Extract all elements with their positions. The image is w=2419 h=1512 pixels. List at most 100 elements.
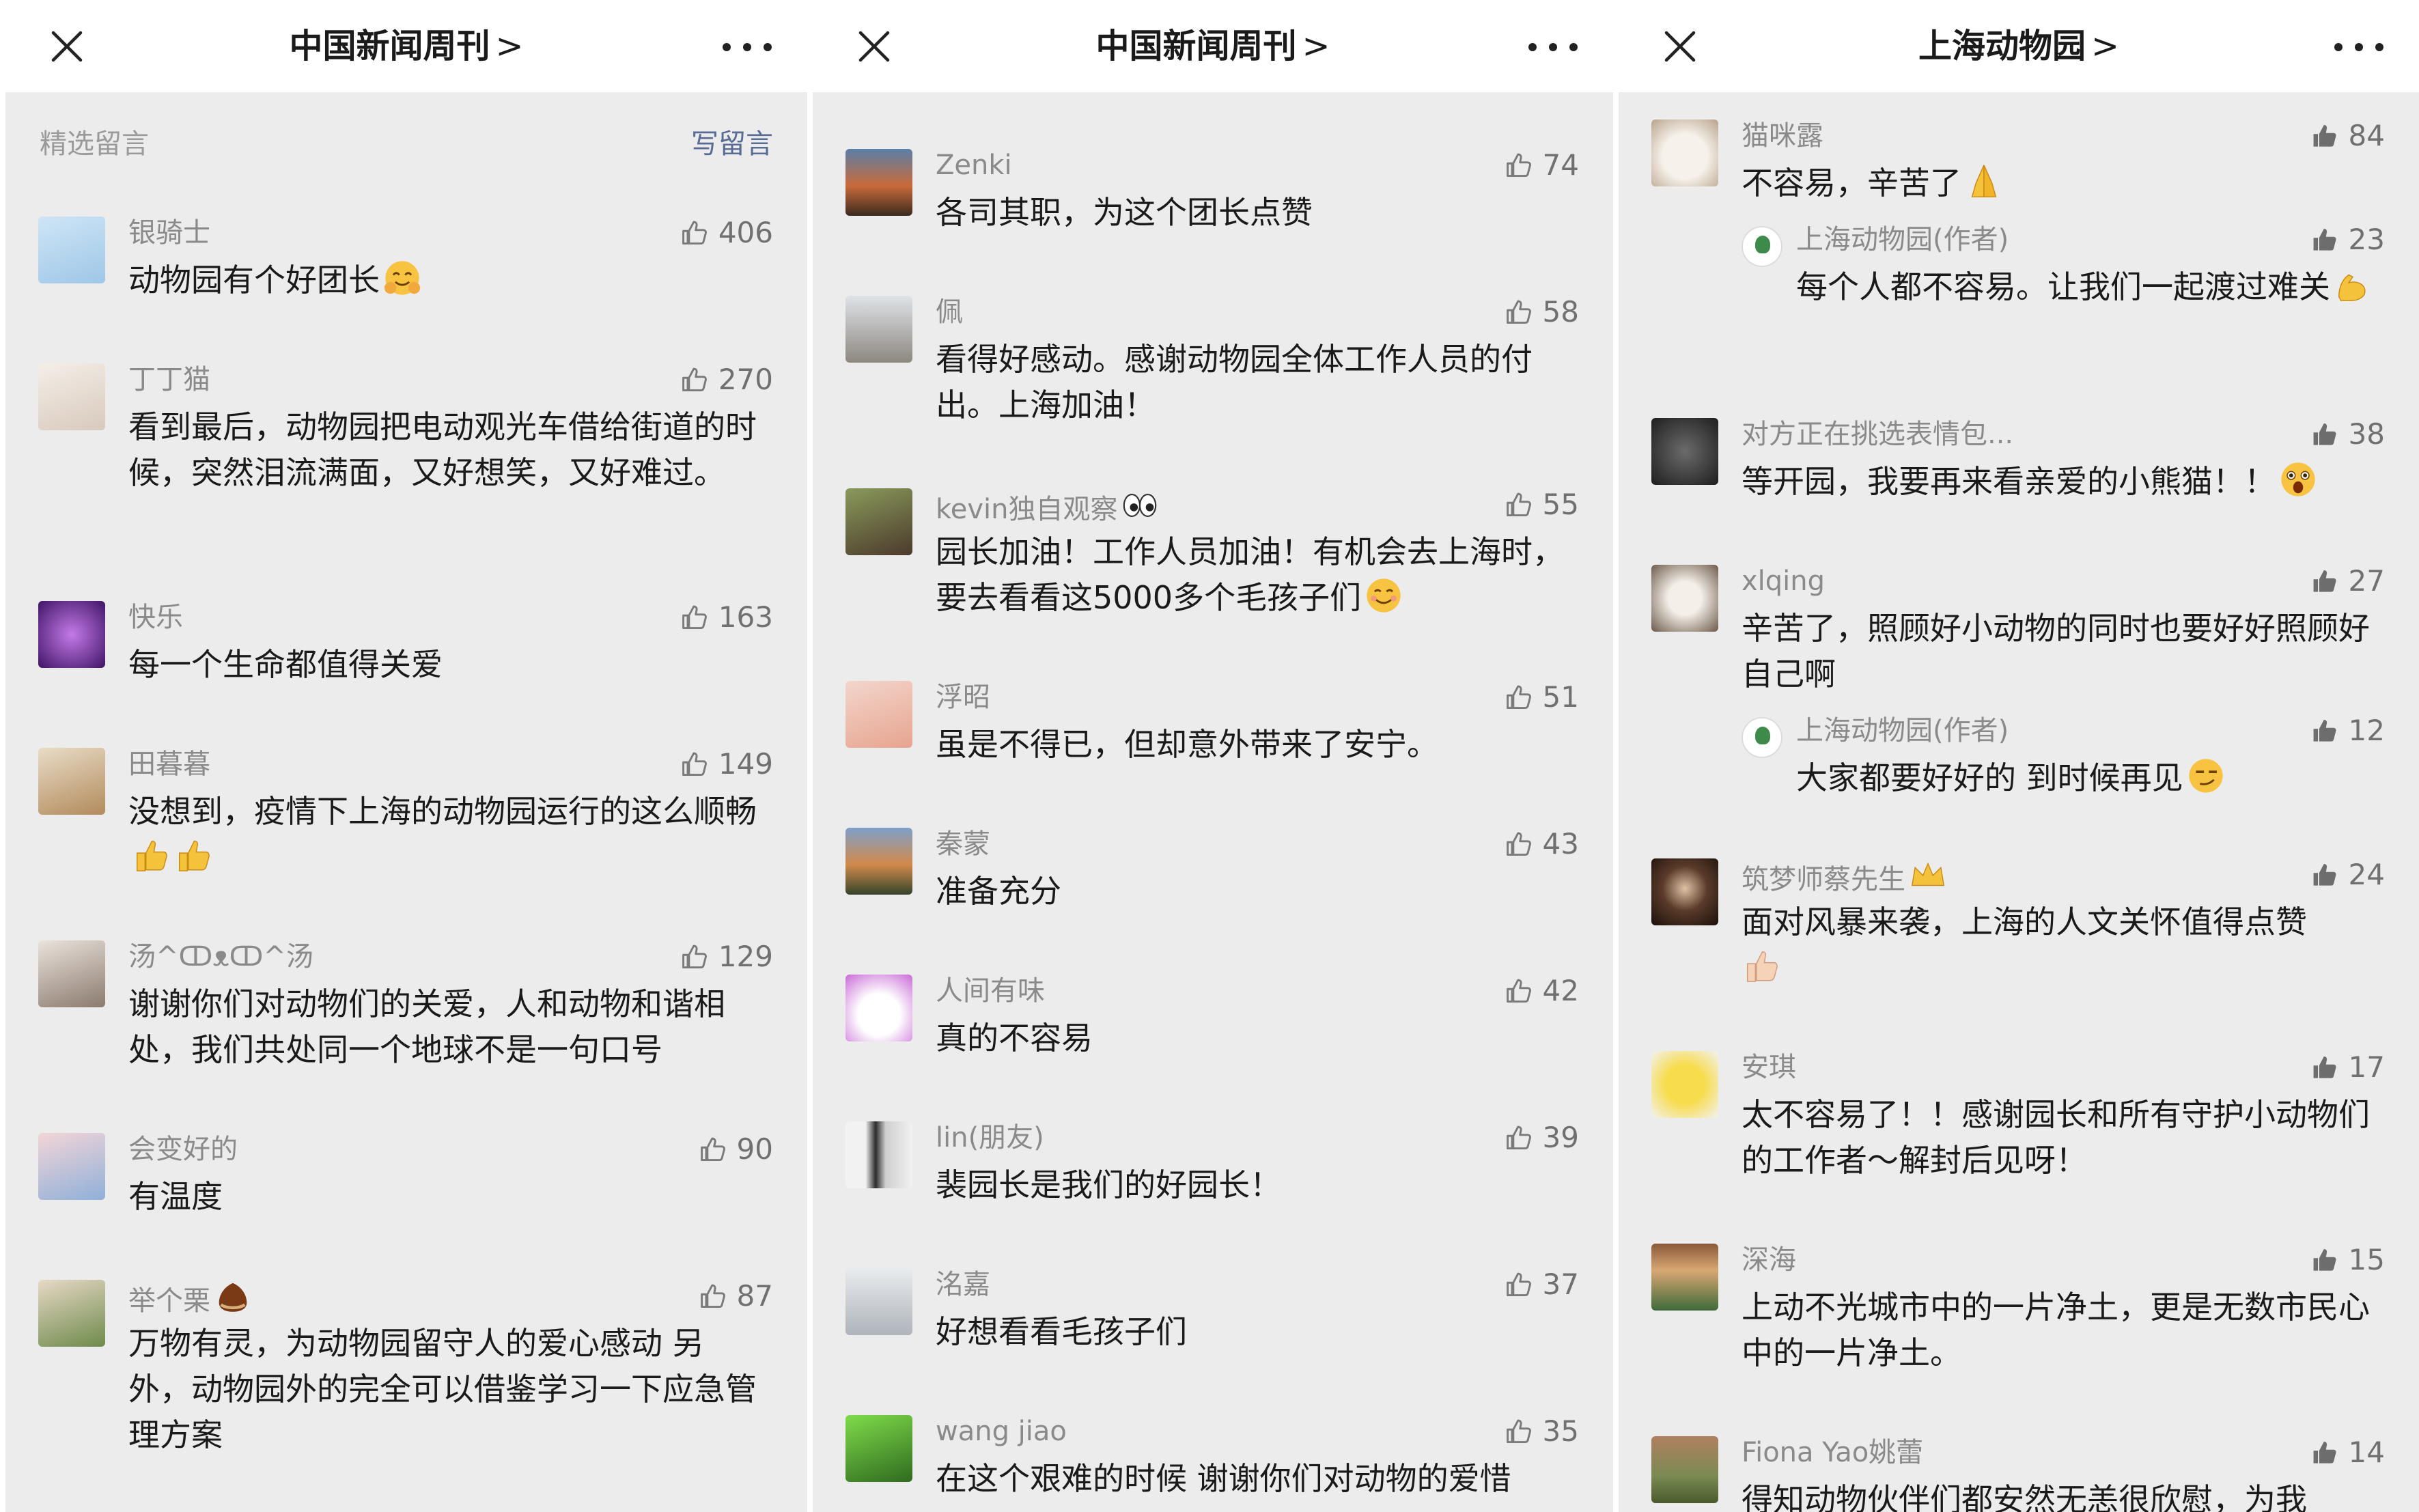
like-button[interactable]: 35 — [1505, 1412, 1579, 1451]
like-button[interactable]: 15 — [2310, 1241, 2385, 1279]
thumbs-up-icon — [1505, 682, 1535, 712]
more-icon[interactable] — [1528, 37, 1579, 57]
author-avatar[interactable] — [1742, 717, 1782, 758]
like-button[interactable]: 12 — [2310, 712, 2385, 750]
avatar[interactable] — [845, 1268, 912, 1335]
like-button[interactable]: 90 — [699, 1130, 773, 1168]
comment-text: 各司其职，为这个团长点赞 — [936, 194, 1313, 231]
thumbs-up-icon — [2310, 716, 2340, 746]
like-button[interactable]: 42 — [1505, 972, 1579, 1010]
comment-text: 没想到，疫情下上海的动物园运行的这么顺畅 — [128, 789, 766, 880]
thumbs-up-icon — [1505, 490, 1535, 520]
like-count: 24 — [2348, 858, 2385, 891]
account-title[interactable]: 中国新闻周刊 > — [5, 23, 807, 70]
author-name: 上海动物园(作者) — [1796, 224, 2009, 255]
avatar[interactable] — [38, 1133, 105, 1200]
comment-text: 裴园长是我们的好园长！ — [936, 1166, 1281, 1203]
like-button[interactable]: 163 — [680, 598, 773, 636]
comment-list: 猫咪露 84 不容易，辛苦了 上海动物园(作者) 23 每个人都不容易。让我们一… — [1619, 92, 2419, 1512]
author-avatar[interactable] — [1742, 226, 1782, 267]
avatar[interactable] — [1651, 120, 1718, 186]
avatar[interactable] — [845, 681, 912, 748]
like-button[interactable]: 27 — [2310, 562, 2385, 600]
account-title[interactable]: 中国新闻周刊 > — [813, 23, 1613, 70]
avatar[interactable] — [845, 296, 912, 363]
like-count: 27 — [2348, 564, 2385, 598]
avatar[interactable] — [845, 975, 912, 1041]
thumbs-up-icon — [1505, 150, 1535, 180]
comment-text: 辛苦了，照顾好小动物的同时也要好好照顾好自己啊 — [1742, 610, 2370, 692]
comment-text: 在这个艰难的时候 谢谢你们对动物的爱惜 — [936, 1460, 1511, 1497]
avatar[interactable] — [845, 488, 912, 555]
comment-text: 虽是不得已，但却意外带来了安宁。 — [936, 726, 1438, 763]
like-button[interactable]: 24 — [2310, 856, 2385, 894]
avatar[interactable] — [38, 748, 105, 815]
like-count: 38 — [2348, 417, 2385, 451]
like-count: 15 — [2348, 1243, 2385, 1276]
avatar[interactable] — [1651, 1436, 1718, 1503]
like-count: 14 — [2348, 1436, 2385, 1469]
crown-emoji — [1911, 862, 1945, 886]
commenter-name: xlqing — [1742, 565, 1826, 597]
like-button[interactable]: 58 — [1505, 293, 1579, 331]
like-button[interactable]: 55 — [1505, 486, 1579, 524]
avatar[interactable] — [38, 601, 105, 668]
avatar[interactable] — [38, 216, 105, 283]
title-text: 中国新闻周刊 — [1095, 27, 1297, 66]
like-button[interactable]: 149 — [680, 745, 773, 783]
commenter-name: 安琪 — [1742, 1052, 1796, 1083]
like-button[interactable]: 38 — [2310, 415, 2385, 453]
avatar[interactable] — [1651, 565, 1718, 632]
avatar[interactable] — [38, 363, 105, 430]
commenter-name: lin(朋友) — [936, 1122, 1044, 1153]
like-button[interactable]: 270 — [680, 361, 773, 399]
avatar[interactable] — [845, 149, 912, 216]
account-title[interactable]: 上海动物园 > — [1619, 23, 2419, 70]
like-count: 90 — [736, 1132, 773, 1166]
like-button[interactable]: 87 — [699, 1277, 773, 1315]
like-button[interactable]: 84 — [2310, 117, 2385, 155]
avatar[interactable] — [845, 1121, 912, 1188]
thumbs-up-icon — [2310, 1052, 2340, 1082]
avatar[interactable] — [1651, 1051, 1718, 1118]
avatar[interactable] — [38, 1280, 105, 1347]
thumbs-up-icon — [680, 749, 710, 779]
thumbs-up-icon — [2310, 225, 2340, 255]
like-button[interactable]: 17 — [2310, 1048, 2385, 1087]
like-button[interactable]: 51 — [1505, 678, 1579, 716]
like-button[interactable]: 74 — [1505, 146, 1579, 184]
comment-text: 得知动物伙伴们都安然无恙很欣慰，为我 — [1742, 1481, 2307, 1512]
commenter-name: 对方正在挑选表情包... — [1742, 419, 2014, 450]
like-button[interactable]: 39 — [1505, 1119, 1579, 1157]
write-comment-link[interactable]: 写留言 — [691, 125, 773, 163]
avatar[interactable] — [38, 940, 105, 1007]
avatar[interactable] — [1651, 858, 1718, 925]
avatar[interactable] — [845, 828, 912, 895]
thumbs-up-icon — [680, 602, 710, 632]
like-count: 270 — [718, 363, 773, 396]
more-icon[interactable] — [2334, 37, 2385, 57]
commenter-name: Fiona Yao姚蕾 — [1742, 1437, 1924, 1468]
avatar[interactable] — [1651, 1244, 1718, 1311]
commenter-name: 浮昭 — [936, 682, 990, 713]
thumbs-up-icon — [1505, 297, 1535, 327]
chevron-right-icon: > — [495, 27, 524, 66]
thumbs-up-emoji — [136, 840, 167, 871]
commenter-name: 深海 — [1742, 1244, 1796, 1276]
comment-text: 等开园，我要再来看亲爱的小熊猫！！ — [1742, 459, 2378, 505]
like-button[interactable]: 406 — [680, 214, 773, 252]
comments-panel-2: 中国新闻周刊 > Zenki 74 各司其职，为这个团长点赞 佩 58 看得好感动… — [813, 0, 1613, 1512]
avatar[interactable] — [1651, 418, 1718, 485]
more-icon[interactable] — [723, 37, 773, 57]
like-button[interactable]: 14 — [2310, 1433, 2385, 1472]
like-button[interactable]: 23 — [2310, 221, 2385, 259]
commenter-name: 会变好的 — [128, 1134, 238, 1165]
like-button[interactable]: 37 — [1505, 1265, 1579, 1304]
thumbs-up-icon — [680, 218, 710, 248]
avatar[interactable] — [845, 1415, 912, 1482]
comment-text: 有温度 — [128, 1178, 223, 1215]
like-button[interactable]: 43 — [1505, 825, 1579, 863]
comment-text: 好想看看毛孩子们 — [936, 1313, 1187, 1350]
like-button[interactable]: 129 — [680, 938, 773, 976]
flexed-biceps-emoji — [2338, 274, 2366, 301]
